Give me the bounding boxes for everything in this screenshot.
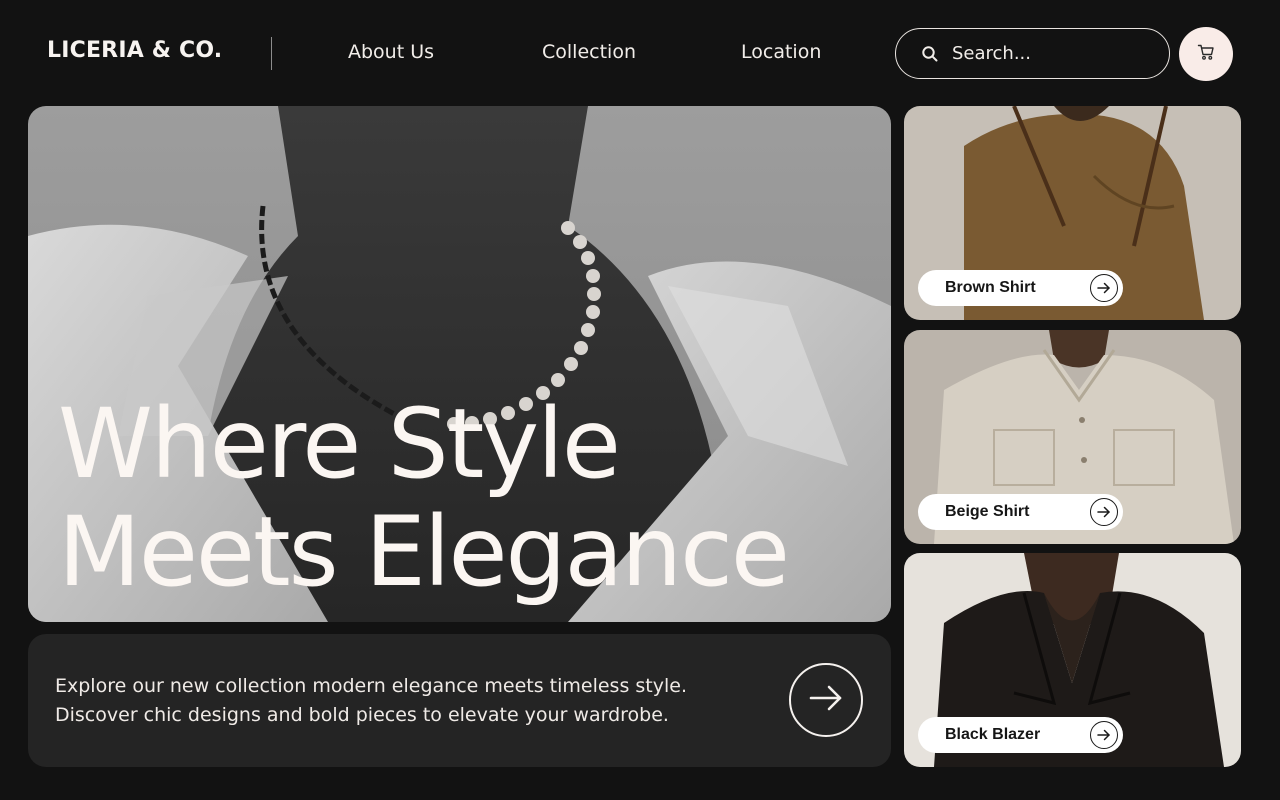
product-name: Beige Shirt [945, 503, 1030, 520]
arrow-right-icon[interactable] [1090, 274, 1118, 302]
nav-about-us[interactable]: About Us [348, 41, 434, 63]
nav-collection[interactable]: Collection [542, 41, 636, 63]
product-card-brown-shirt[interactable]: Brown Shirt [904, 106, 1241, 320]
promo-description: Explore our new collection modern elegan… [55, 672, 755, 730]
cart-icon [1197, 43, 1215, 66]
nav-location[interactable]: Location [741, 41, 821, 63]
promo-line1: Explore our new collection modern elegan… [55, 675, 687, 697]
brand-logo[interactable]: LICERIA & CO. [47, 38, 222, 63]
product-label: Black Blazer [918, 717, 1123, 753]
page: LICERIA & CO. About Us Collection Locati… [0, 0, 1280, 800]
cart-button[interactable] [1179, 27, 1233, 81]
arrow-right-icon[interactable] [1090, 498, 1118, 526]
search-input[interactable] [952, 43, 1152, 64]
promo-panel: Explore our new collection modern elegan… [28, 634, 891, 767]
product-card-black-blazer[interactable]: Black Blazer [904, 553, 1241, 767]
arrow-right-icon[interactable] [1090, 721, 1118, 749]
product-label: Beige Shirt [918, 494, 1123, 530]
hero-title-line2: Meets Elegance [58, 496, 790, 608]
search-bar[interactable] [895, 28, 1170, 79]
search-icon [921, 45, 939, 63]
explore-button[interactable] [789, 663, 863, 737]
hero-title-line1: Where Style [58, 388, 621, 500]
product-name: Black Blazer [945, 726, 1041, 743]
hero-title: Where Style Meets Elegance [58, 388, 790, 608]
product-card-beige-shirt[interactable]: Beige Shirt [904, 330, 1241, 544]
promo-line2: Discover chic designs and bold pieces to… [55, 704, 669, 726]
product-label: Brown Shirt [918, 270, 1123, 306]
product-name: Brown Shirt [945, 279, 1036, 296]
arrow-right-icon [808, 680, 844, 721]
hero-banner: Where Style Meets Elegance [28, 106, 891, 622]
header-divider [271, 37, 272, 70]
